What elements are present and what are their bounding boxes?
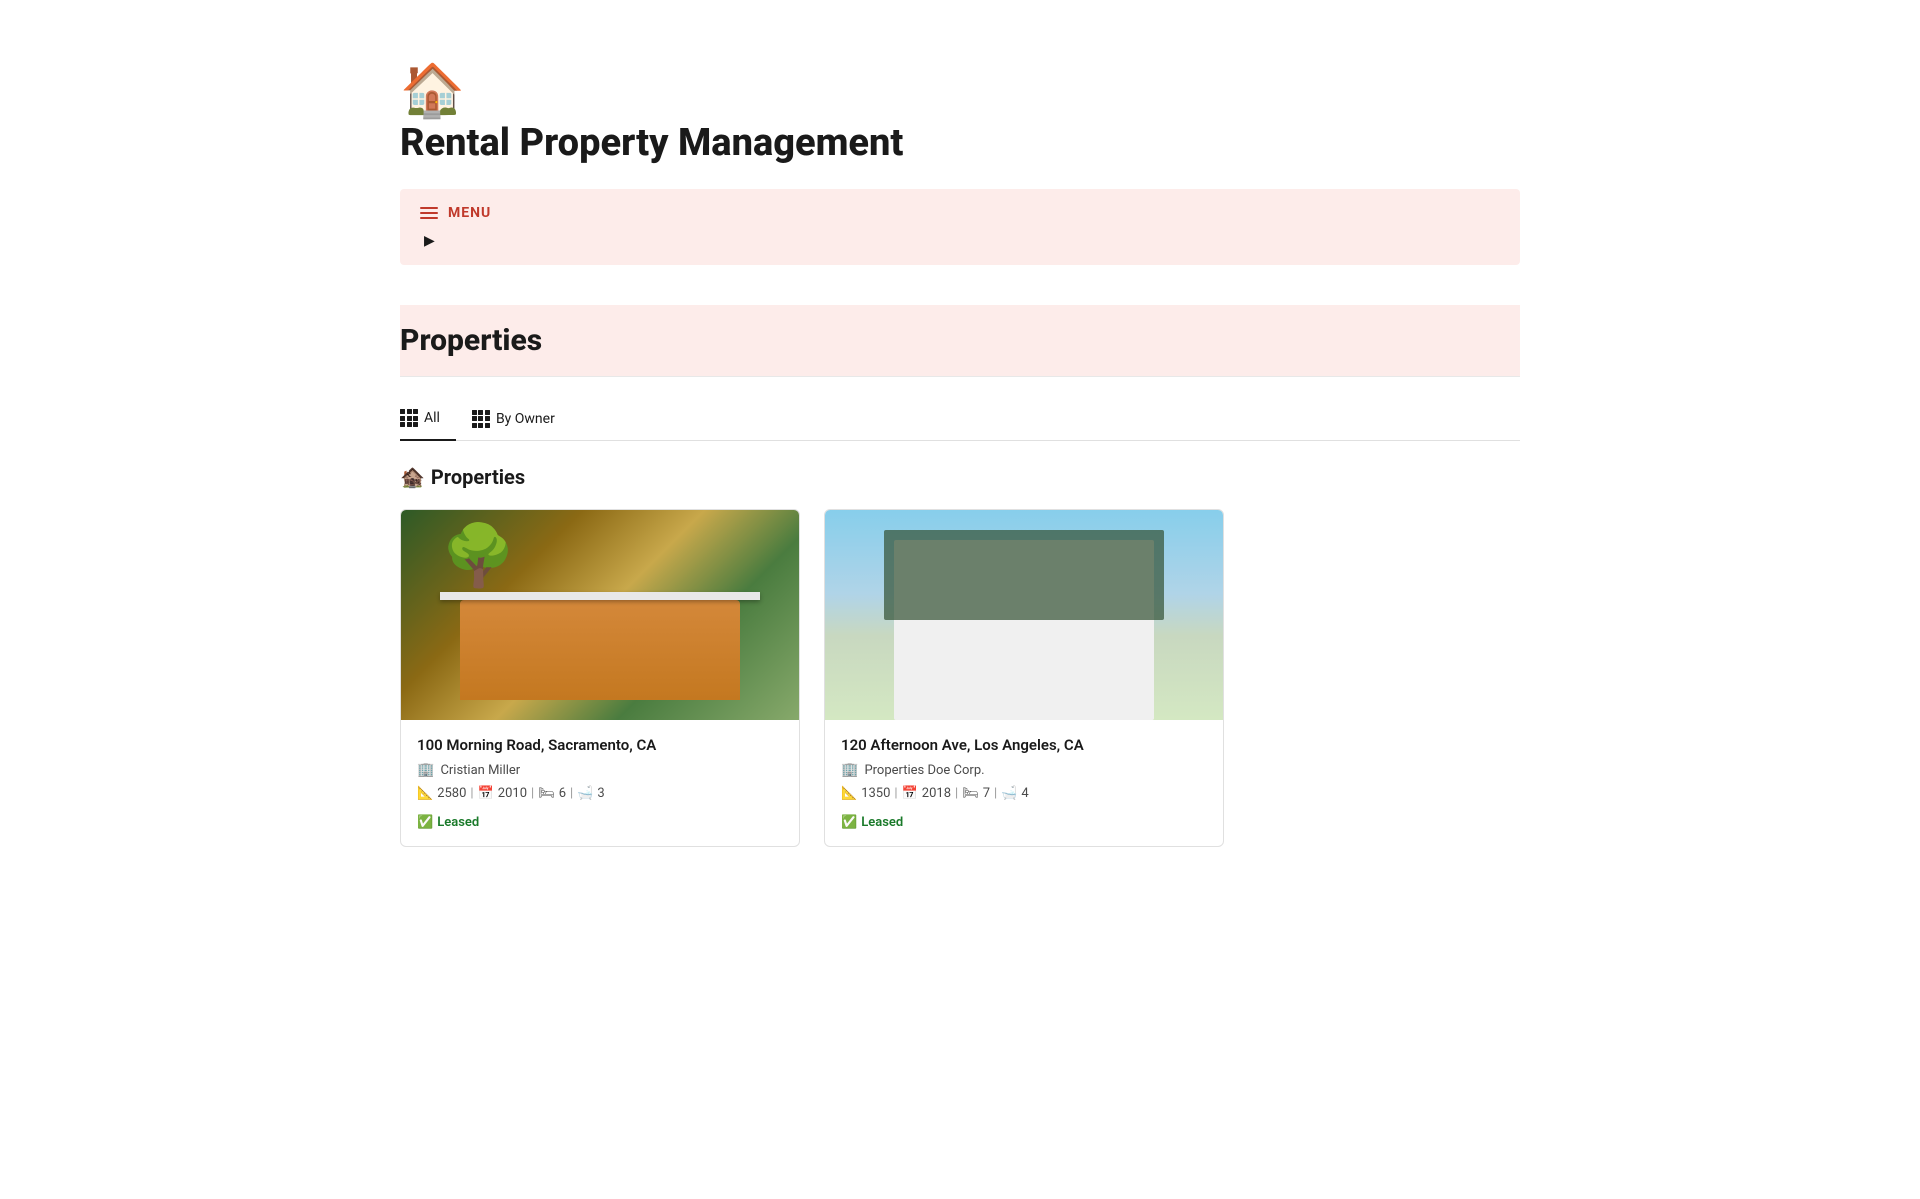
- bed-icon-2: 🛏: [962, 786, 979, 801]
- property-details-2: 📐 1350 | 📅 2018 | 🛏 7 | 🛁 4: [841, 786, 1207, 801]
- year-value-1: 2010: [498, 786, 527, 801]
- year-icon-2: 📅: [902, 786, 918, 801]
- beds-value-2: 7: [983, 786, 990, 801]
- grid-icon-all: [400, 409, 418, 427]
- menu-toggle[interactable]: MENU: [420, 205, 1500, 221]
- app-logo-icon: 🏠: [400, 60, 465, 121]
- owner-name-1: Cristian Miller: [440, 763, 520, 778]
- baths-value-2: 4: [1021, 786, 1028, 801]
- property-card-2[interactable]: 120 Afternoon Ave, Los Angeles, CA 🏢 Pro…: [824, 509, 1224, 847]
- year-icon-1: 📅: [478, 786, 494, 801]
- tab-by-owner-label: By Owner: [496, 411, 555, 427]
- status-badge-1: ✅ Leased: [417, 815, 479, 830]
- property-card-1[interactable]: 🌳 100 Morning Road, Sacramento, CA 🏢 Cri…: [400, 509, 800, 847]
- properties-grid: 🌳 100 Morning Road, Sacramento, CA 🏢 Cri…: [400, 509, 1520, 847]
- properties-tabs: All By Owner: [400, 401, 1520, 441]
- owner-icon-1: 🏢: [417, 762, 434, 778]
- property-owner-1: 🏢 Cristian Miller: [417, 762, 783, 778]
- bed-icon-1: 🛏: [538, 786, 555, 801]
- tab-by-owner[interactable]: By Owner: [472, 401, 571, 440]
- status-text-1: Leased: [437, 815, 479, 830]
- owner-name-2: Properties Doe Corp.: [864, 763, 984, 778]
- subsection-title-text: Properties: [431, 465, 525, 489]
- grid-icon-by-owner: [472, 410, 490, 428]
- bath-icon-2: 🛁: [1001, 786, 1017, 801]
- menu-expand-arrow[interactable]: ▶: [424, 233, 1500, 249]
- tree-decoration-icon: 🌳: [441, 520, 516, 591]
- baths-value-1: 3: [597, 786, 604, 801]
- subsection-icon: 🏚️: [400, 465, 425, 489]
- status-icon-2: ✅: [841, 815, 857, 830]
- property-image-1: 🌳: [401, 510, 799, 720]
- sqft-value-2: 1350: [861, 786, 890, 801]
- owner-icon-2: 🏢: [841, 762, 858, 778]
- property-info-1: 100 Morning Road, Sacramento, CA 🏢 Crist…: [401, 720, 799, 846]
- property-details-1: 📐 2580 | 📅 2010 | 🛏 6 | 🛁 3: [417, 786, 783, 801]
- sqft-value-1: 2580: [437, 786, 466, 801]
- bath-icon-1: 🛁: [577, 786, 593, 801]
- menu-label: MENU: [448, 205, 491, 221]
- hamburger-icon: [420, 207, 438, 219]
- tab-all[interactable]: All: [400, 401, 456, 441]
- app-header: 🏠 Rental Property Management: [400, 60, 1520, 165]
- sqft-icon-2: 📐: [841, 786, 857, 801]
- subsection-properties-title: 🏚️ Properties: [400, 465, 1520, 489]
- property-address-1: 100 Morning Road, Sacramento, CA: [417, 736, 783, 754]
- properties-section-title: Properties: [400, 323, 1520, 358]
- property-image-2: [825, 510, 1223, 720]
- status-text-2: Leased: [861, 815, 903, 830]
- property-owner-2: 🏢 Properties Doe Corp.: [841, 762, 1207, 778]
- menu-bar: MENU ▶: [400, 189, 1520, 265]
- property-address-2: 120 Afternoon Ave, Los Angeles, CA: [841, 736, 1207, 754]
- property-info-2: 120 Afternoon Ave, Los Angeles, CA 🏢 Pro…: [825, 720, 1223, 846]
- year-value-2: 2018: [922, 786, 951, 801]
- beds-value-1: 6: [559, 786, 566, 801]
- status-icon-1: ✅: [417, 815, 433, 830]
- sqft-icon-1: 📐: [417, 786, 433, 801]
- tab-all-label: All: [424, 410, 440, 426]
- status-badge-2: ✅ Leased: [841, 815, 903, 830]
- app-title: Rental Property Management: [400, 121, 1520, 165]
- properties-section-header: Properties: [400, 305, 1520, 377]
